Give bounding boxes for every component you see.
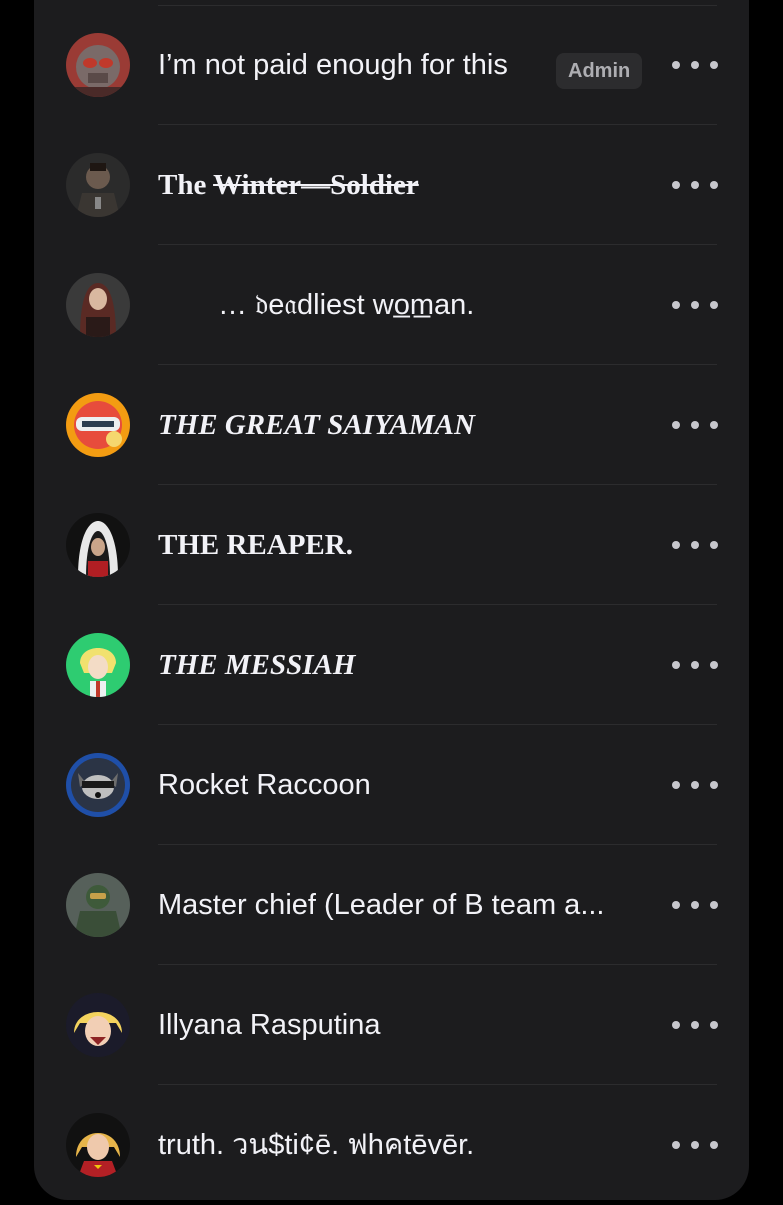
rocket-raccoon-avatar-icon[interactable] [66,753,130,817]
member-name: … 𝔡e𝔞dliest wo̲m̲an. [218,289,475,321]
more-dot-icon [710,781,718,789]
member-name: Master chief (Leader of B team a... [158,889,605,921]
more-dot-icon [710,181,718,189]
member-name: Rocket Raccoon [158,769,371,801]
more-options-button[interactable] [672,529,718,561]
more-dot-icon [672,1021,680,1029]
more-options-button[interactable] [672,1129,718,1161]
black-widow-avatar-icon[interactable] [66,273,130,337]
member-name: THE REAPER. [158,529,353,561]
admin-badge: Admin [556,53,643,89]
more-dot-icon [691,901,699,909]
reaper-avatar-icon[interactable] [66,513,130,577]
more-dot-icon [710,541,718,549]
member-row-great-saiyaman[interactable]: THE GREAT SAIYAMAN [34,365,749,485]
great-saiyaman-avatar-icon[interactable] [66,393,130,457]
member-row-illyana[interactable]: Illyana Rasputina [34,965,749,1085]
more-dot-icon [710,61,718,69]
member-row-black-widow[interactable]: … 𝔡e𝔞dliest wo̲m̲an. [34,245,749,365]
more-dot-icon [710,1141,718,1149]
more-options-button[interactable] [672,649,718,681]
more-dot-icon [691,661,699,669]
member-row-rocket-raccoon[interactable]: Rocket Raccoon [34,725,749,845]
more-dot-icon [710,1021,718,1029]
star-lord-avatar-icon[interactable] [66,33,130,97]
member-row-winter-soldier[interactable]: The Winter—Soldier [34,125,749,245]
more-options-button[interactable] [672,49,718,81]
more-dot-icon [672,421,680,429]
member-name: The Winter—Soldier [158,163,419,207]
more-dot-icon [691,301,699,309]
more-dot-icon [672,61,680,69]
member-row-reaper[interactable]: THE REAPER. [34,485,749,605]
member-row-master-chief[interactable]: Master chief (Leader of B team a... [34,845,749,965]
master-chief-avatar-icon[interactable] [66,873,130,937]
more-dot-icon [672,661,680,669]
winter-soldier-avatar-icon[interactable] [66,153,130,217]
more-dot-icon [710,301,718,309]
captain-marvel-avatar-icon[interactable] [66,1113,130,1177]
more-dot-icon [691,781,699,789]
more-options-button[interactable] [672,289,718,321]
more-dot-icon [672,781,680,789]
more-dot-icon [710,661,718,669]
more-dot-icon [691,1021,699,1029]
name-prefix: The [158,169,214,201]
more-options-button[interactable] [672,889,718,921]
member-name: Illyana Rasputina [158,1009,381,1041]
member-name: THE GREAT SAIYAMAN [158,409,475,441]
more-dot-icon [672,1141,680,1149]
illyana-avatar-icon[interactable] [66,993,130,1057]
more-dot-icon [691,421,699,429]
more-options-button[interactable] [672,409,718,441]
member-row-messiah[interactable]: THE MESSIAH [34,605,749,725]
more-options-button[interactable] [672,769,718,801]
more-dot-icon [691,541,699,549]
more-dot-icon [672,181,680,189]
more-dot-icon [691,61,699,69]
more-options-button[interactable] [672,169,718,201]
name-struck: Winter—Soldier [213,169,419,201]
member-name: I’m not paid enough for this [158,49,508,81]
member-name: THE MESSIAH [158,649,356,681]
member-row-star-lord[interactable]: I’m not paid enough for this Admin [34,5,749,125]
more-dot-icon [691,1141,699,1149]
more-dot-icon [672,901,680,909]
more-dot-icon [691,181,699,189]
more-dot-icon [672,301,680,309]
member-name: truth. วน$ti¢ē. ฟhคtēvēr. [158,1129,475,1161]
more-options-button[interactable] [672,1009,718,1041]
more-dot-icon [672,541,680,549]
messiah-avatar-icon[interactable] [66,633,130,697]
member-list-card: I’m not paid enough for this Admin The W… [34,0,749,1200]
more-dot-icon [710,901,718,909]
more-dot-icon [710,421,718,429]
member-row-captain-marvel[interactable]: truth. วน$ti¢ē. ฟhคtēvēr. [34,1085,749,1205]
